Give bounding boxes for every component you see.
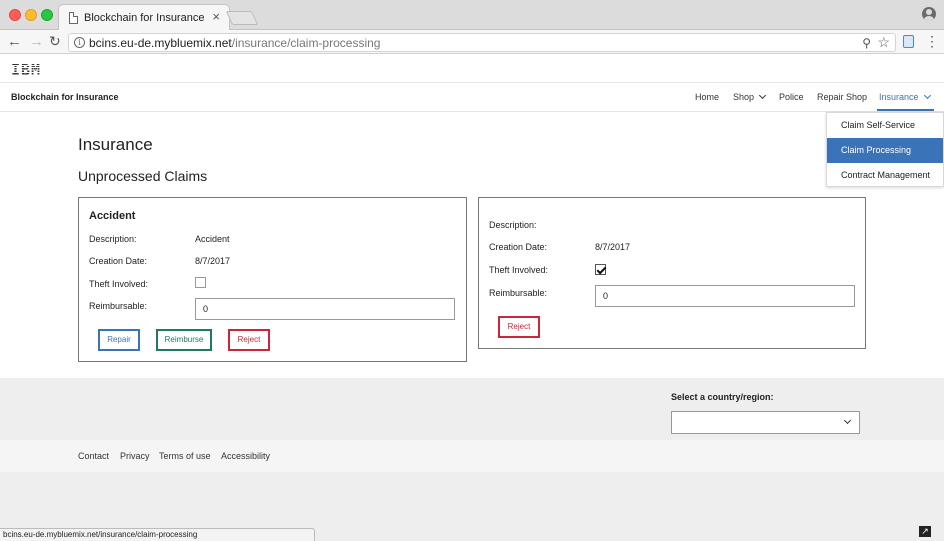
nav-police[interactable]: Police bbox=[779, 92, 804, 102]
country-select-label: Select a country/region: bbox=[671, 392, 774, 402]
url-path: /insurance/claim-processing bbox=[231, 36, 381, 50]
browser-menu-icon[interactable]: ⋮ bbox=[925, 33, 939, 50]
nav-shop-label: Shop bbox=[733, 92, 755, 102]
description-label: Description: bbox=[489, 220, 537, 230]
masthead: IBM bbox=[0, 55, 944, 83]
creation-date-label: Creation Date: bbox=[89, 256, 148, 266]
description-value: Accident bbox=[195, 234, 230, 244]
theft-involved-checkbox[interactable] bbox=[195, 277, 206, 288]
status-bar-url: bcins.eu-de.mybluemix.net/insurance/clai… bbox=[0, 528, 315, 541]
chevron-down-icon bbox=[843, 416, 852, 425]
country-select[interactable] bbox=[671, 411, 860, 434]
forward-arrow-icon[interactable]: → bbox=[29, 33, 44, 50]
section-title: Unprocessed Claims bbox=[78, 168, 208, 184]
extension-icon[interactable] bbox=[903, 35, 914, 48]
nav-insurance-label: Insurance bbox=[879, 92, 919, 102]
reimbursable-label: Reimbursable: bbox=[89, 301, 148, 311]
tab-title: Blockchain for Insurance bbox=[84, 12, 205, 24]
bookmark-star-icon[interactable]: ☆ bbox=[877, 34, 890, 51]
reload-icon[interactable]: ↻ bbox=[49, 33, 61, 50]
zoom-icon[interactable]: ⚲ bbox=[862, 36, 871, 50]
close-window-button[interactable] bbox=[9, 9, 21, 21]
page-title: Insurance bbox=[78, 135, 153, 154]
claim-card: Accident Description: Accident Creation … bbox=[78, 197, 467, 362]
insurance-dropdown-menu: Claim Self-Service Claim Processing Cont… bbox=[826, 112, 944, 187]
description-label: Description: bbox=[89, 234, 137, 244]
browser-tab[interactable]: Blockchain for Insurance × bbox=[58, 4, 230, 31]
reject-button[interactable]: Reject bbox=[228, 329, 270, 351]
claim-card: Description: Creation Date: 8/7/2017 The… bbox=[478, 197, 866, 349]
creation-date-value: 8/7/2017 bbox=[595, 242, 631, 252]
claim-title: Accident bbox=[89, 210, 136, 222]
repair-button[interactable]: Repair bbox=[98, 329, 140, 351]
browser-tab-bar: Blockchain for Insurance × bbox=[0, 0, 944, 31]
creation-date-label: Creation Date: bbox=[489, 242, 548, 252]
theft-involved-label: Theft Involved: bbox=[89, 279, 149, 289]
url-host: bcins.eu-de.mybluemix.net bbox=[89, 36, 232, 50]
footer-region-selector: Select a country/region: bbox=[0, 378, 944, 440]
footer-links: Contact Privacy Terms of use Accessibili… bbox=[0, 440, 944, 472]
expand-icon[interactable]: ↗ bbox=[919, 526, 931, 537]
active-nav-indicator bbox=[877, 109, 934, 111]
ibm-logo[interactable]: IBM bbox=[11, 61, 41, 79]
nav-repair-shop[interactable]: Repair Shop bbox=[817, 92, 867, 102]
footer-link-accessibility[interactable]: Accessibility bbox=[221, 451, 270, 461]
theft-involved-checkbox[interactable] bbox=[595, 264, 606, 275]
nav-shop[interactable]: Shop bbox=[733, 91, 767, 102]
info-icon[interactable]: i bbox=[74, 37, 85, 48]
reimbursable-input[interactable]: 0 bbox=[595, 285, 855, 307]
document-icon bbox=[69, 12, 78, 24]
reimbursable-label: Reimbursable: bbox=[489, 288, 548, 298]
site-title[interactable]: Blockchain for Insurance bbox=[11, 92, 119, 102]
profile-icon[interactable] bbox=[922, 7, 936, 21]
chevron-down-icon bbox=[923, 91, 931, 100]
tab-close-icon[interactable]: × bbox=[212, 10, 220, 24]
nav-insurance[interactable]: Insurance bbox=[879, 91, 931, 102]
maximize-window-button[interactable] bbox=[41, 9, 53, 21]
back-arrow-icon[interactable]: ← bbox=[7, 33, 22, 50]
url-text[interactable]: bcins.eu-de.mybluemix.net/insurance/clai… bbox=[89, 36, 380, 50]
menu-item-claim-processing[interactable]: Claim Processing bbox=[827, 138, 943, 163]
menu-item-claim-self-service[interactable]: Claim Self-Service bbox=[827, 113, 943, 138]
browser-toolbar: ← → ↻ i bcins.eu-de.mybluemix.net/insura… bbox=[0, 30, 944, 54]
footer-link-privacy[interactable]: Privacy bbox=[120, 451, 150, 461]
footer-link-contact[interactable]: Contact bbox=[78, 451, 109, 461]
address-bar[interactable]: i bcins.eu-de.mybluemix.net/insurance/cl… bbox=[68, 33, 896, 52]
footer-link-terms[interactable]: Terms of use bbox=[159, 451, 211, 461]
chevron-down-icon bbox=[758, 91, 767, 100]
reimbursable-input[interactable]: 0 bbox=[195, 298, 455, 320]
nav-home[interactable]: Home bbox=[695, 92, 719, 102]
creation-date-value: 8/7/2017 bbox=[195, 256, 231, 266]
menu-item-contract-management[interactable]: Contract Management bbox=[827, 163, 943, 188]
reject-button[interactable]: Reject bbox=[498, 316, 540, 338]
theft-involved-label: Theft Involved: bbox=[489, 265, 549, 275]
new-tab-button[interactable] bbox=[225, 11, 259, 25]
site-navigation: Blockchain for Insurance Home Shop Polic… bbox=[0, 83, 944, 112]
reimburse-button[interactable]: Reimburse bbox=[156, 329, 212, 351]
minimize-window-button[interactable] bbox=[25, 9, 37, 21]
